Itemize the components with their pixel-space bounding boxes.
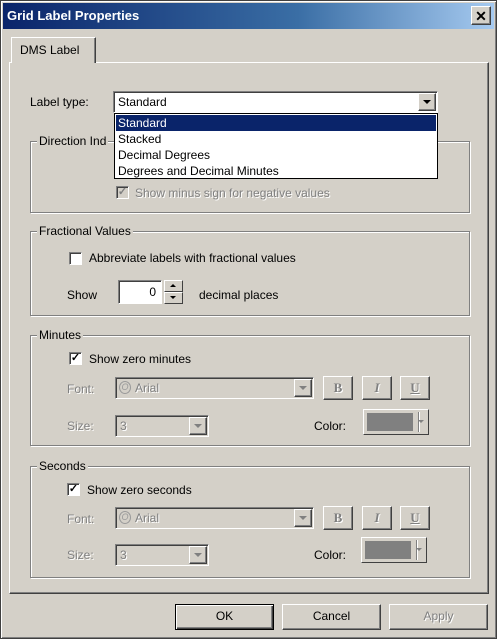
spin-down-button[interactable] — [164, 292, 183, 304]
minutes-size-value: 3 — [120, 419, 127, 433]
apply-label: Apply — [423, 609, 454, 623]
fractional-group-title: Fractional Values — [37, 224, 133, 238]
chevron-down-icon — [194, 424, 202, 428]
cancel-label: Cancel — [312, 609, 351, 623]
minutes-size-label: Size: — [67, 419, 94, 433]
minutes-color-swatch — [367, 413, 413, 431]
show-zero-seconds-label: Show zero seconds — [87, 483, 192, 497]
decimal-places-input[interactable]: 0 — [118, 280, 162, 304]
direction-group-title: Direction Ind — [37, 134, 109, 148]
checkmark-icon: ✓ — [70, 352, 81, 364]
tab-label: DMS Label — [20, 43, 80, 57]
abbreviate-label: Abbreviate labels with fractional values — [89, 251, 296, 265]
minutes-color-button[interactable] — [363, 409, 429, 435]
seconds-group-title: Seconds — [37, 459, 88, 473]
minutes-color-label: Color: — [314, 419, 347, 433]
seconds-size-label: Size: — [67, 548, 94, 562]
window-title: Grid Label Properties — [7, 8, 140, 23]
show-label: Show — [67, 288, 98, 302]
show-zero-minutes-label: Show zero minutes — [89, 352, 192, 366]
minutes-bold-button[interactable]: B — [323, 376, 353, 400]
seconds-font-dropdown-button[interactable] — [294, 509, 312, 527]
label-type-dropdown-button[interactable] — [418, 93, 436, 111]
seconds-underline-button[interactable]: U — [400, 506, 430, 530]
option-stacked[interactable]: Stacked — [116, 131, 436, 147]
seconds-size-dropdown-button[interactable] — [189, 546, 207, 564]
label-type-dropdown-list: Standard Stacked Decimal Degrees Degrees… — [114, 113, 438, 179]
chevron-down-icon — [423, 100, 431, 104]
checkmark-icon: ✓ — [68, 483, 79, 495]
chevron-down-icon — [170, 296, 176, 299]
seconds-size-value: 3 — [120, 548, 127, 562]
minutes-italic-button[interactable]: I — [362, 376, 392, 400]
chevron-down-icon — [299, 386, 307, 390]
grid-label-properties-dialog: Grid Label Properties ✕ DMS Label Label … — [0, 0, 497, 639]
spin-up-button[interactable] — [164, 280, 183, 292]
abbreviate-checkbox[interactable] — [69, 252, 82, 265]
seconds-font-value: Arial — [135, 511, 160, 525]
fractional-values-group: Fractional Values — [30, 224, 470, 316]
title-bar[interactable]: Grid Label Properties ✕ — [3, 3, 494, 29]
decimal-places-value: 0 — [149, 285, 156, 299]
minutes-size-dropdown-button[interactable] — [189, 417, 207, 435]
minutes-underline-button[interactable]: U — [400, 376, 430, 400]
close-icon: ✕ — [475, 7, 487, 24]
chevron-down-icon — [194, 553, 202, 557]
cancel-button[interactable]: Cancel — [282, 604, 381, 630]
checkmark-icon: ✓ — [117, 186, 128, 198]
option-decimal-degrees[interactable]: Decimal Degrees — [116, 147, 436, 163]
seconds-italic-button[interactable]: I — [362, 506, 392, 530]
chevron-up-icon — [170, 284, 176, 287]
opentype-font-icon: O — [119, 381, 131, 394]
show-minus-checkbox[interactable]: ✓ — [116, 186, 129, 199]
seconds-font-select[interactable]: O Arial — [115, 507, 314, 529]
option-standard[interactable]: Standard — [116, 115, 436, 131]
minutes-font-value: Arial — [135, 381, 160, 395]
apply-button[interactable]: Apply — [389, 604, 488, 630]
minutes-font-dropdown-button[interactable] — [294, 379, 312, 397]
seconds-font-label: Font: — [67, 512, 95, 526]
label-type-label: Label type: — [30, 95, 89, 109]
chevron-down-icon — [416, 548, 422, 551]
chevron-down-icon — [418, 420, 424, 423]
minutes-group-title: Minutes — [37, 328, 84, 342]
close-button[interactable]: ✕ — [471, 6, 491, 25]
show-zero-seconds-checkbox[interactable]: ✓ — [67, 483, 80, 496]
minutes-size-select[interactable]: 3 — [115, 415, 209, 437]
chevron-down-icon — [299, 516, 307, 520]
minutes-font-select[interactable]: O Arial — [115, 377, 314, 399]
seconds-color-label: Color: — [314, 548, 347, 562]
show-zero-minutes-checkbox[interactable]: ✓ — [69, 352, 82, 365]
show-minus-label: Show minus sign for negative values — [135, 186, 330, 200]
label-type-value: Standard — [118, 95, 167, 109]
seconds-color-swatch — [365, 541, 411, 559]
seconds-color-button[interactable] — [361, 537, 427, 563]
seconds-bold-button[interactable]: B — [323, 506, 353, 530]
ok-button[interactable]: OK — [175, 604, 274, 630]
label-type-select[interactable]: Standard — [113, 91, 438, 113]
decimal-places-label: decimal places — [199, 288, 279, 302]
tab-dms-label[interactable]: DMS Label — [11, 37, 96, 63]
opentype-font-icon: O — [119, 511, 131, 524]
minutes-font-label: Font: — [67, 382, 95, 396]
seconds-size-select[interactable]: 3 — [115, 544, 209, 566]
option-degrees-decimal-minutes[interactable]: Degrees and Decimal Minutes — [116, 163, 436, 179]
ok-label: OK — [215, 609, 234, 623]
